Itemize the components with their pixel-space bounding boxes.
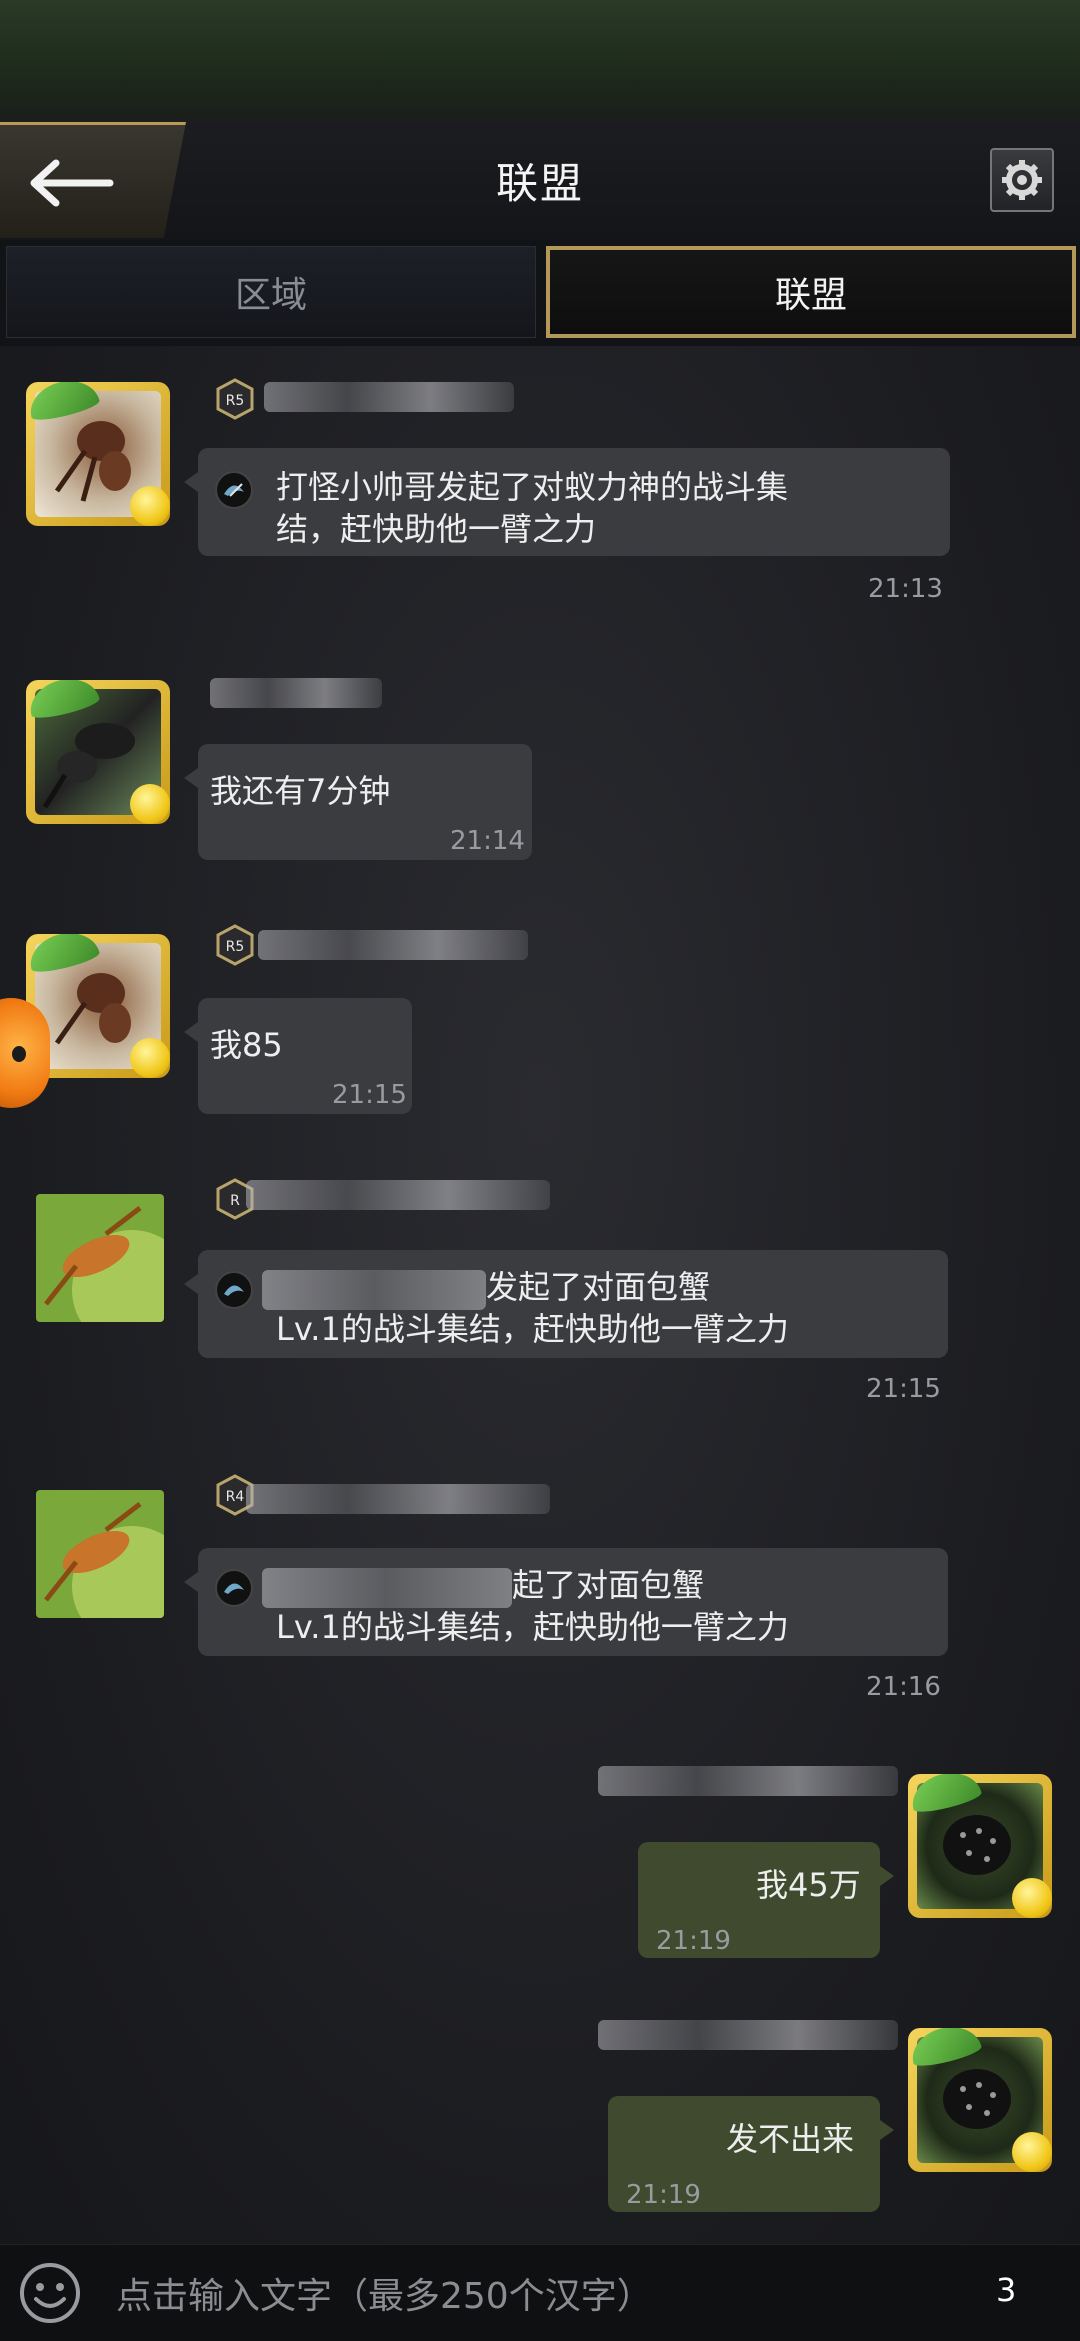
rally-icon <box>215 1271 253 1309</box>
sender-name-blurred <box>246 1484 550 1514</box>
rally-icon <box>215 471 253 509</box>
message-time: 21:19 <box>626 2180 701 2210</box>
rank-badge-icon: R5 <box>216 924 254 966</box>
channel-tabs: 区域 联盟 <box>0 240 1080 346</box>
message-time: 21:15 <box>332 1080 407 1110</box>
rank-badge-icon: R5 <box>216 378 254 420</box>
message-text: 结，赶快助他一臂之力 <box>276 510 597 548</box>
avatar[interactable] <box>36 1194 164 1322</box>
tab-alliance[interactable]: 联盟 <box>546 246 1076 338</box>
rally-icon <box>215 1569 253 1607</box>
chat-list[interactable]: R5 打怪小帅哥发起了对蚁力神的战斗集 结，赶快助他一臂之力 21:13 我还有… <box>0 346 1080 2244</box>
sender-name-blurred <box>258 930 528 960</box>
message-text: 我85 <box>210 1026 283 1064</box>
message-input[interactable]: 点击输入文字（最多250个汉字） <box>116 2267 653 2319</box>
message-time: 21:19 <box>656 1926 731 1956</box>
sender-name-blurred <box>598 1766 898 1796</box>
page-title: 联盟 <box>495 159 584 208</box>
sender-name-blurred <box>210 678 382 708</box>
floating-assistant-icon[interactable] <box>0 998 50 1108</box>
settings-button[interactable] <box>990 148 1054 212</box>
sender-name-blurred <box>262 1568 512 1608</box>
message-text: 发不出来 <box>726 2120 855 2158</box>
message-text: 起了对面包蟹 <box>512 1566 705 1604</box>
message-text: Lv.1的战斗集结，赶快助他一臂之力 <box>276 1608 789 1646</box>
message-text: 我45万 <box>756 1866 861 1904</box>
smiley-icon[interactable] <box>18 2261 82 2325</box>
sender-name-blurred <box>262 1270 486 1310</box>
tab-region[interactable]: 区域 <box>6 246 536 338</box>
sender-name-blurred <box>264 382 514 412</box>
avatar[interactable] <box>908 1774 1052 1918</box>
message-text: Lv.1的战斗集结，赶快助他一臂之力 <box>276 1310 789 1348</box>
avatar[interactable] <box>26 382 170 526</box>
sender-name-blurred <box>246 1180 550 1210</box>
message-time: 21:13 <box>868 574 943 604</box>
message-time: 21:15 <box>866 1374 941 1404</box>
avatar[interactable] <box>36 1490 164 1618</box>
input-bar: 点击输入文字（最多250个汉字） 3 <box>0 2244 1080 2341</box>
top-status-background <box>0 0 1080 118</box>
char-count: 3 <box>996 2271 1017 2309</box>
message-time: 21:14 <box>450 826 525 856</box>
message-text: 发起了对面包蟹 <box>486 1268 711 1306</box>
svg-text:R5: R5 <box>226 393 245 409</box>
message-time: 21:16 <box>866 1672 941 1702</box>
svg-text:R5: R5 <box>226 939 245 955</box>
avatar[interactable] <box>26 680 170 824</box>
gear-icon <box>1002 160 1042 200</box>
message-text: 我还有7分钟 <box>210 772 391 810</box>
svg-text:R4: R4 <box>226 1489 245 1505</box>
svg-text:R: R <box>230 1193 240 1209</box>
sender-name-blurred <box>598 2020 898 2050</box>
avatar[interactable] <box>908 2028 1052 2172</box>
message-text: 打怪小帅哥发起了对蚁力神的战斗集 <box>276 468 789 506</box>
